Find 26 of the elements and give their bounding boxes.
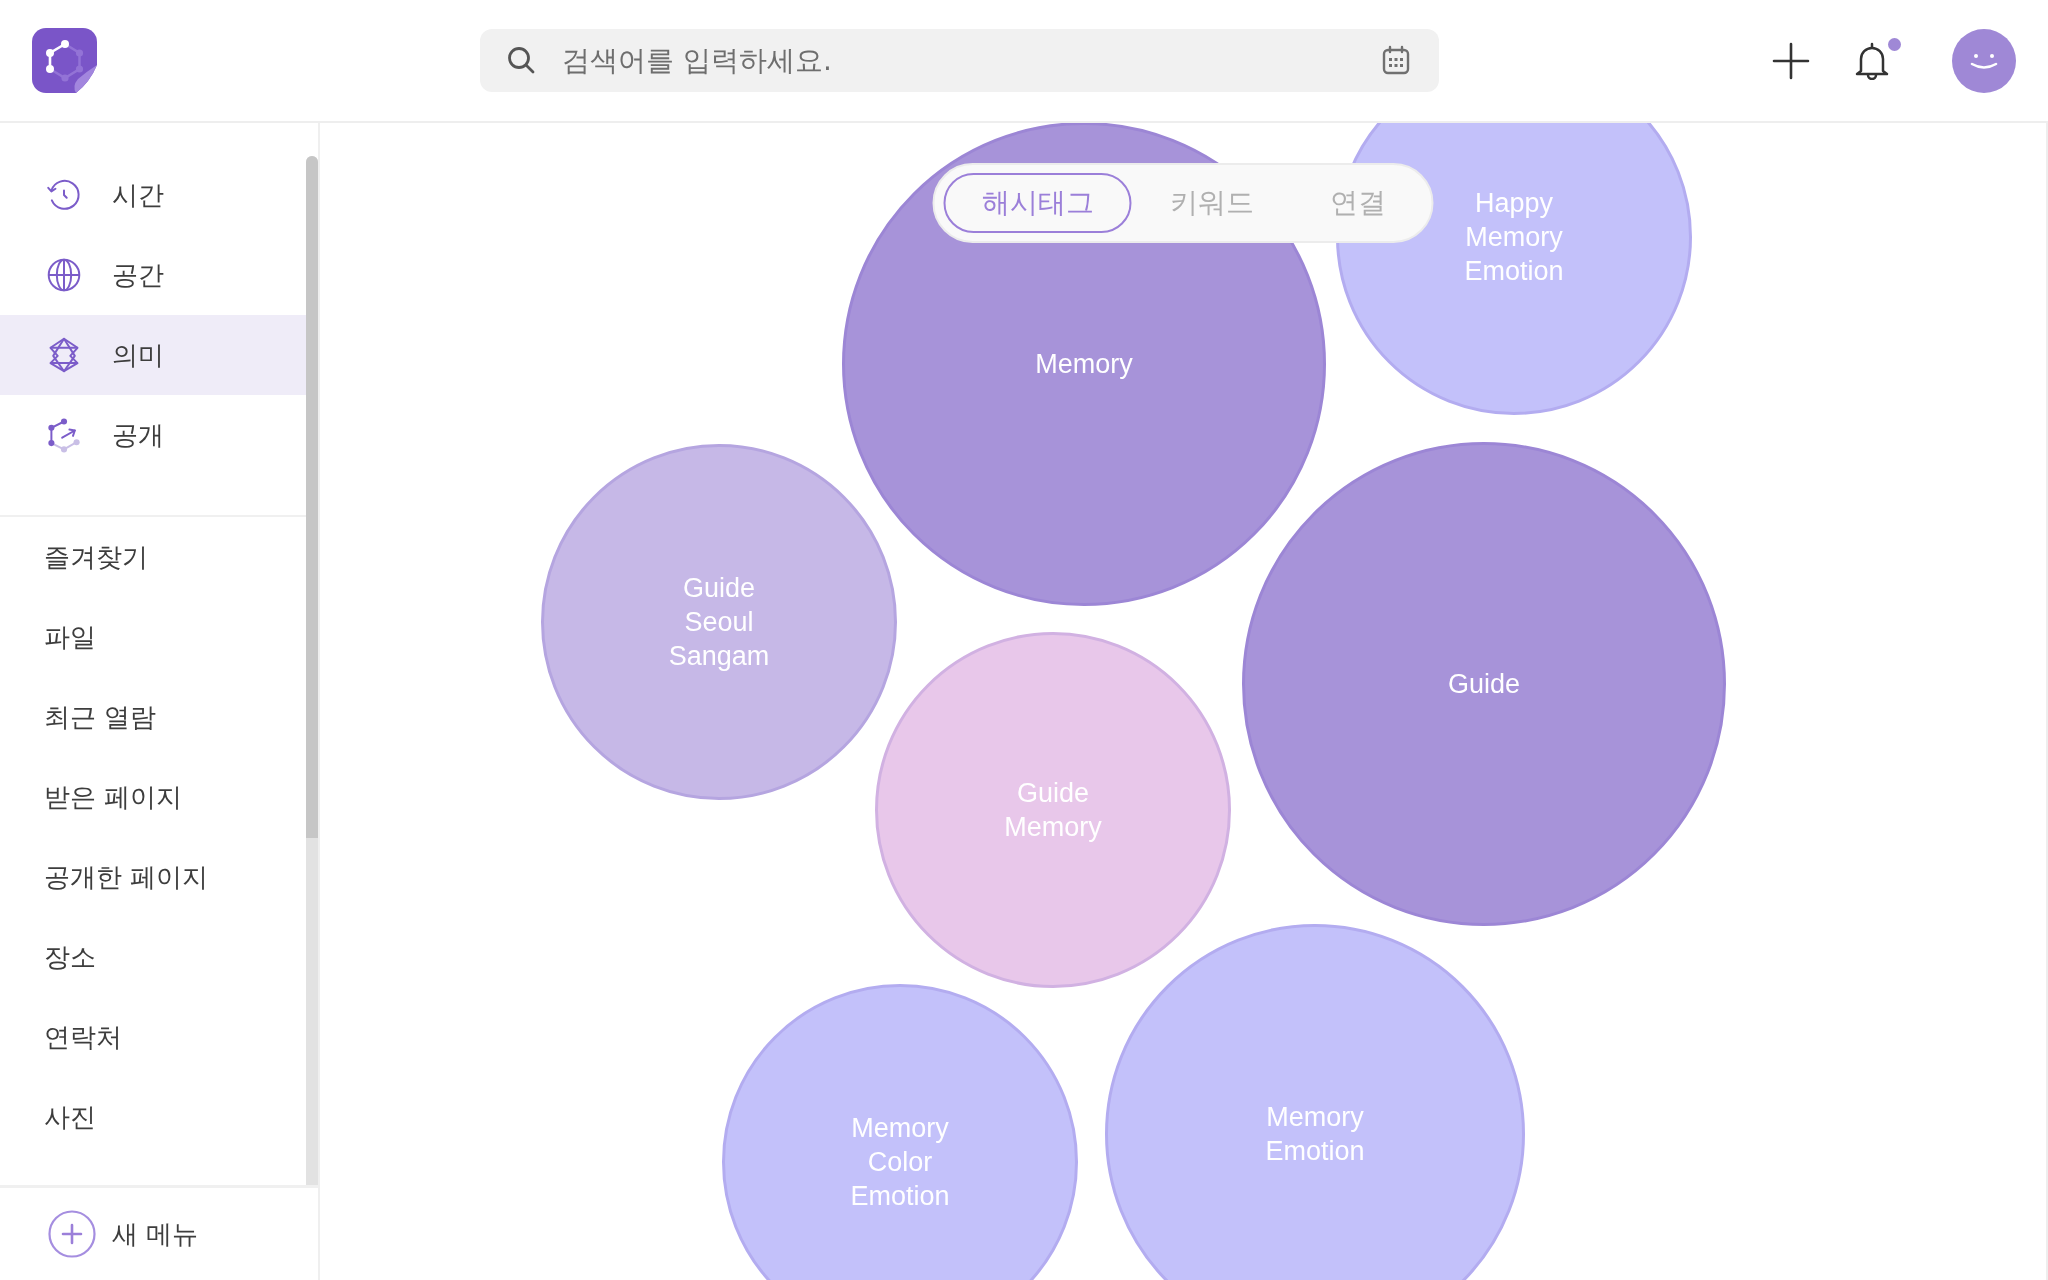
- sidebar-item[interactable]: 공개: [0, 395, 306, 475]
- nodes-icon: [46, 417, 82, 453]
- menu-item[interactable]: 공개한 페이지: [0, 837, 306, 917]
- menu-item[interactable]: 사진: [0, 1077, 306, 1157]
- logo-icon[interactable]: [32, 28, 97, 93]
- plus-circle-icon: [48, 1210, 96, 1258]
- new-menu-button[interactable]: 새 메뉴: [48, 1210, 199, 1258]
- scrollbar-thumb[interactable]: [306, 156, 318, 838]
- avatar-icon[interactable]: [1952, 28, 2016, 93]
- clock-icon: [46, 177, 82, 213]
- bell-icon[interactable]: [1854, 41, 1890, 80]
- sidebar-item[interactable]: 시간: [0, 155, 306, 235]
- calendar-icon[interactable]: [1382, 45, 1410, 75]
- search-field[interactable]: 검색어를 입력하세요.: [480, 29, 1439, 92]
- menu-item[interactable]: 최근 열람: [0, 677, 306, 757]
- globe-icon: [46, 257, 82, 293]
- sidebar-item[interactable]: 공간: [0, 235, 306, 315]
- menu-item[interactable]: 연락처: [0, 997, 306, 1077]
- menu-item[interactable]: 받은 페이지: [0, 757, 306, 837]
- menu-item[interactable]: 장소: [0, 917, 306, 997]
- menu-item[interactable]: 파일: [0, 597, 306, 677]
- plus-icon[interactable]: [1772, 41, 1810, 80]
- search-icon: [507, 46, 535, 74]
- sidebar-item[interactable]: 의미: [0, 315, 306, 395]
- scrollbar[interactable]: [306, 156, 318, 1185]
- menu-item[interactable]: 즐겨찾기: [0, 517, 306, 597]
